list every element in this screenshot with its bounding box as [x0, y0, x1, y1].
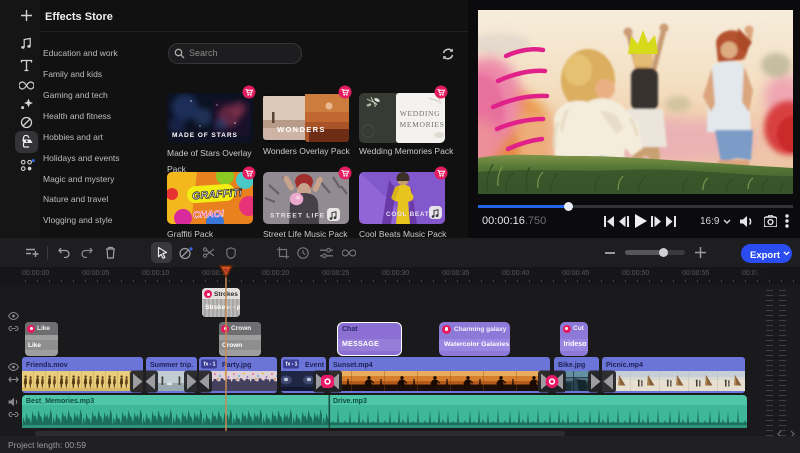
- svg-text:Best_Memories.mp3: Best_Memories.mp3: [26, 398, 94, 405]
- svg-text:MEMORIES: MEMORIES: [400, 120, 445, 129]
- svg-text:WONDERS: WONDERS: [277, 125, 326, 134]
- svg-text:Event: Event: [305, 362, 325, 369]
- svg-text:Friends.mov: Friends.mov: [26, 362, 68, 369]
- svg-text:WEDDING: WEDDING: [400, 109, 440, 118]
- svg-text:COOL BEATS: COOL BEATS: [386, 211, 434, 218]
- svg-text:CHAO!: CHAO!: [193, 209, 225, 222]
- svg-text:Picnic.mp4: Picnic.mp4: [606, 362, 643, 369]
- svg-text:STREET LIFE: STREET LIFE: [270, 213, 325, 220]
- svg-text:1: 1: [213, 362, 216, 368]
- svg-text:Bike.jpg: Bike.jpg: [558, 362, 585, 369]
- svg-text:1: 1: [295, 362, 298, 368]
- svg-text:Drive.mp3: Drive.mp3: [333, 398, 367, 405]
- svg-text:Sunset.mp4: Sunset.mp4: [333, 362, 373, 369]
- svg-text:MADE OF STARS: MADE OF STARS: [172, 132, 238, 139]
- svg-text:Summer trip.: Summer trip.: [150, 362, 193, 369]
